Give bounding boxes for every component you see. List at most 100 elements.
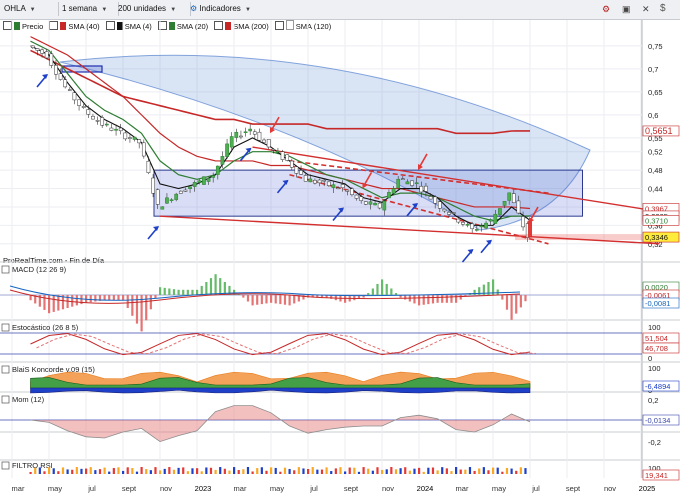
macd-bar (122, 295, 125, 301)
candle-body (141, 142, 146, 157)
rsi-filter-bar (441, 467, 444, 474)
candle-body (387, 192, 391, 199)
rsi-filter-bar (450, 471, 453, 474)
candle-body (109, 127, 114, 131)
rsi-filter-bar (274, 467, 277, 474)
macd-bar (293, 295, 296, 304)
panel-title-macd: MACD (12 26 9) (12, 265, 67, 274)
candle-body (428, 196, 433, 200)
rsi-filter-bar (38, 467, 41, 474)
rsi-filter-bar (228, 470, 231, 474)
candle-body (465, 224, 470, 226)
x-tick-label: mar (12, 484, 25, 493)
candle-body (77, 99, 81, 106)
panel-toggle (1, 323, 10, 332)
macd-bar (48, 295, 51, 314)
candle-body (86, 109, 91, 115)
candle-body (271, 149, 276, 151)
candle-body (511, 193, 516, 203)
macd-bar (172, 289, 176, 295)
macd-bar (459, 295, 462, 300)
indicator-tick-label: 100 (648, 323, 661, 332)
rsi-filter-bar (311, 467, 314, 474)
candle-body (299, 170, 303, 175)
stoch-badge-label: 51,504 (645, 334, 668, 343)
candle-body (447, 212, 451, 215)
rsi-filter-bar (339, 467, 342, 474)
x-tick-label: sept (566, 484, 581, 493)
rsi-filter-bar (293, 470, 296, 474)
macd-bar (422, 295, 425, 305)
candle-body (188, 186, 192, 189)
candle-body (285, 154, 290, 161)
y-tick-label: 0,48 (648, 166, 663, 175)
macd-bar (103, 295, 106, 301)
rsi-filter-bar (334, 468, 337, 474)
macd-bar (75, 295, 78, 306)
panel-toggle (1, 365, 10, 374)
rsi-filter-bar (501, 471, 504, 474)
macd-bar (450, 295, 453, 303)
macd-bar (302, 295, 305, 300)
rsi-filter-bar (418, 467, 421, 474)
x-tick-label: sept (344, 484, 359, 493)
y-tick-label: 0,44 (648, 185, 663, 194)
macd-bar (159, 287, 162, 295)
candle-body (350, 188, 354, 195)
price-badge-label: 0,3346 (645, 233, 668, 242)
candle-body (354, 194, 359, 199)
candle-body (178, 190, 183, 194)
rsi-filter-bar (505, 467, 509, 474)
rsi-filter-bar (325, 467, 328, 474)
macd-bar (168, 288, 171, 295)
candle-body (44, 51, 49, 59)
koncorde-badge-label: -6,4894 (645, 382, 670, 391)
candle-body (373, 203, 377, 206)
rsi-filter-bar (186, 471, 189, 474)
candle-body (433, 196, 438, 204)
candle-body (391, 188, 396, 194)
y-tick-label: 0,52 (648, 148, 663, 157)
candle-body (165, 197, 169, 204)
rsi-filter-bar (265, 470, 268, 474)
rsi-filter-bar (237, 470, 240, 474)
macd-bar (256, 295, 259, 305)
candle-body (289, 160, 294, 168)
macd-bar (418, 295, 421, 306)
rsi-filter-bar (66, 469, 69, 474)
candle-body (266, 139, 271, 148)
rsi-filter-bar (168, 467, 171, 474)
rsi-filter-bar (98, 469, 102, 474)
rsi-filter-bar (205, 467, 208, 474)
rsi-filter-bar (61, 467, 65, 474)
candle-body (502, 201, 507, 206)
macd-bar (57, 295, 60, 311)
rsi-badge-label: 19,341 (645, 471, 668, 480)
rsi-filter-bar (29, 472, 32, 474)
macd-bar (524, 295, 527, 302)
macd-bar (219, 278, 222, 295)
candle-body (419, 185, 424, 193)
rsi-filter-bar (172, 469, 176, 474)
candle-body (400, 178, 405, 180)
rsi-filter-bar (223, 468, 226, 474)
rsi-filter-bar (436, 470, 439, 474)
macd-bar (381, 279, 384, 295)
rsi-filter-bar (316, 469, 319, 474)
x-tick-label: nov (382, 484, 394, 493)
rsi-filter-bar (126, 467, 129, 474)
macd-bar (131, 295, 134, 316)
candle-body (239, 135, 243, 138)
rsi-filter-bar (48, 467, 51, 474)
candle-body (248, 128, 253, 132)
macd-bar (344, 295, 347, 303)
macd-bar (394, 293, 398, 295)
chart-canvas[interactable]: 0,750,70,650,60,550,520,480,440,40,360,3… (0, 0, 680, 496)
candle-body (451, 212, 456, 214)
macd-bar (191, 289, 194, 295)
macd-bar (246, 295, 250, 302)
candle-body (405, 181, 410, 185)
macd-bar (445, 295, 448, 303)
rsi-filter-bar (122, 470, 125, 474)
macd-badge-label: -0,0081 (645, 299, 670, 308)
